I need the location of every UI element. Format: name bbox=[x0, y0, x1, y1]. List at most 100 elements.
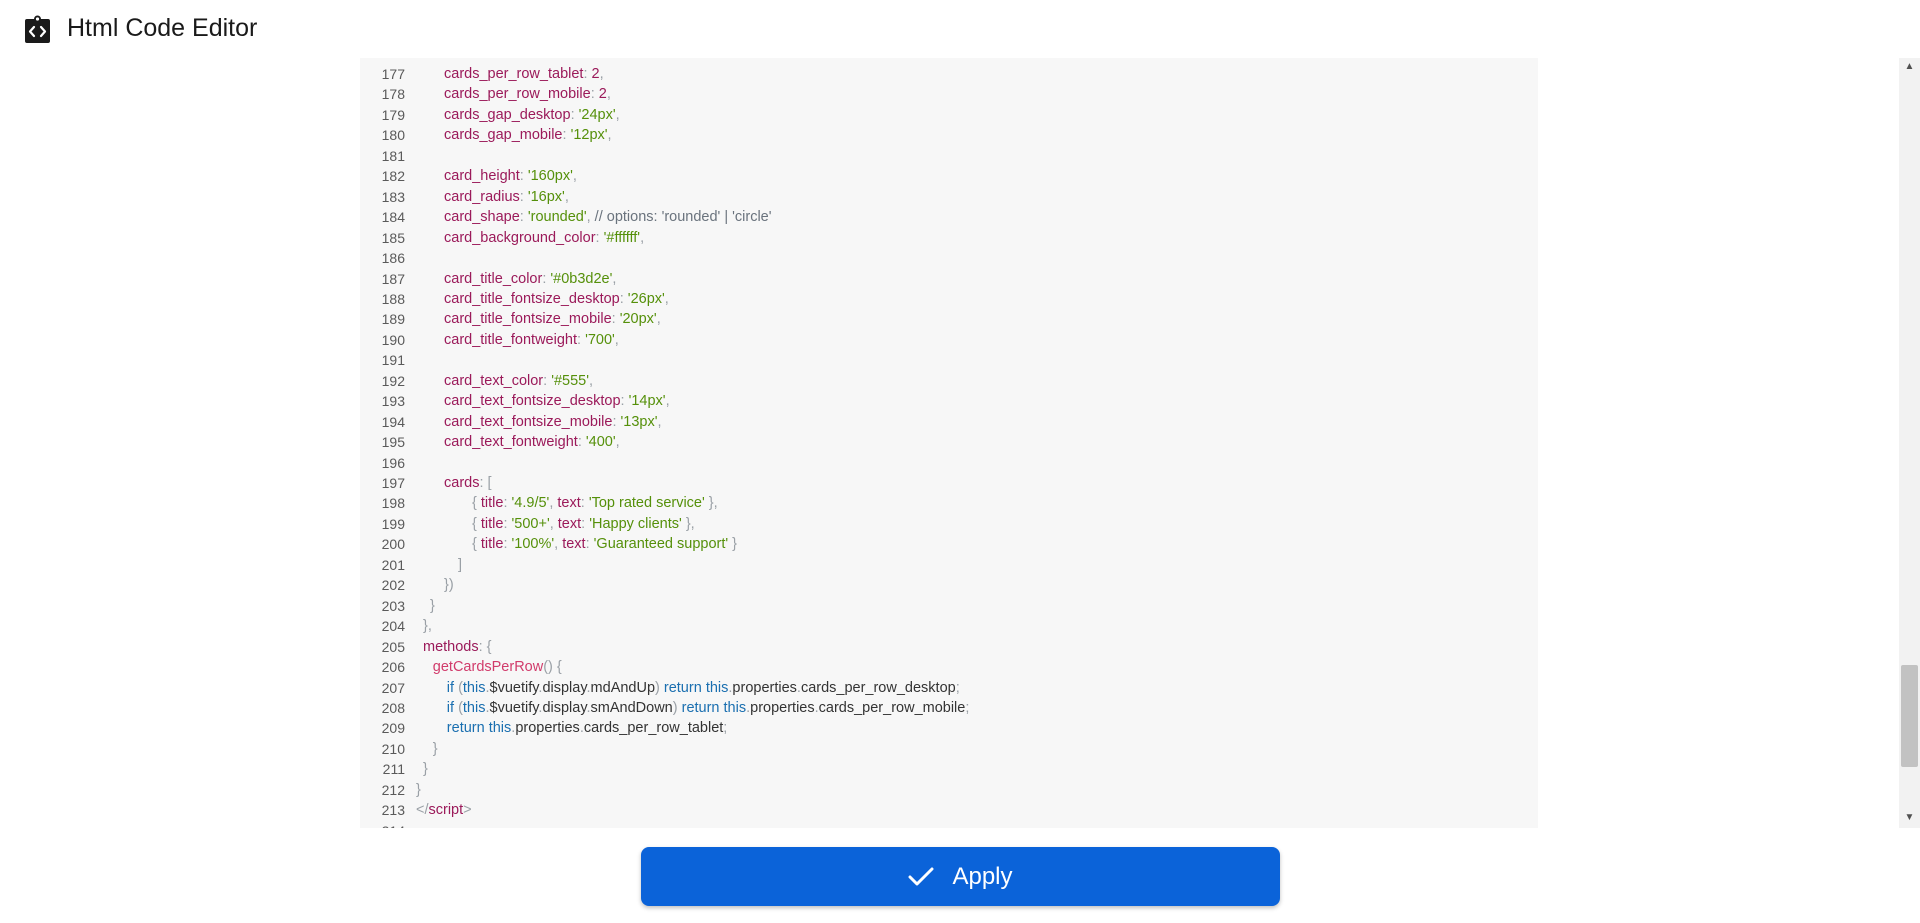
code-token: '20px' bbox=[619, 311, 657, 328]
code-line[interactable]: { title: '500+', text: 'Happy clients' }… bbox=[472, 514, 695, 534]
line-number: 198 bbox=[381, 495, 405, 512]
code-line[interactable]: { title: '100%', text: 'Guaranteed suppo… bbox=[472, 534, 737, 554]
code-token: title bbox=[480, 515, 504, 532]
line-number: 203 bbox=[381, 597, 405, 614]
code-line[interactable]: cards_gap_mobile: '12px', bbox=[444, 125, 612, 145]
code-line[interactable]: } bbox=[416, 780, 421, 800]
line-number: 214 bbox=[360, 821, 405, 828]
code-line[interactable]: card_text_fontweight: '400', bbox=[444, 432, 620, 452]
scrollbar-thumb[interactable] bbox=[1901, 665, 1918, 767]
line-number: 213 bbox=[381, 802, 405, 819]
code-line[interactable]: cards_per_row_mobile: 2, bbox=[444, 84, 611, 104]
code-token: : bbox=[543, 372, 552, 389]
code-token: () { bbox=[543, 659, 562, 676]
code-line[interactable]: card_title_color: '#0b3d2e', bbox=[444, 269, 616, 289]
code-token: this bbox=[723, 699, 747, 716]
code-token: ] bbox=[458, 556, 463, 573]
code-token: getCardsPerRow bbox=[432, 659, 544, 676]
code-line[interactable]: card_background_color: '#ffffff', bbox=[444, 228, 644, 248]
scroll-down-arrow-icon[interactable]: ▼ bbox=[1899, 811, 1920, 825]
code-line[interactable]: card_shape: 'rounded', // options: 'roun… bbox=[444, 207, 772, 227]
code-token: ( bbox=[454, 679, 463, 696]
line-number: 197 bbox=[381, 475, 405, 491]
code-token: card_background_color bbox=[444, 229, 596, 246]
code-token: , bbox=[614, 331, 619, 348]
code-line[interactable]: getCardsPerRow() { bbox=[433, 657, 562, 677]
code-token: : [ bbox=[479, 475, 492, 491]
code-line[interactable]: return this.properties.cards_per_row_tab… bbox=[447, 718, 728, 738]
code-token: '26px' bbox=[627, 290, 665, 307]
code-token: card_title_fontsize_desktop bbox=[444, 290, 620, 307]
code-line[interactable]: card_text_color: '#555', bbox=[444, 371, 593, 391]
line-number: 206 bbox=[381, 659, 405, 676]
code-token: </ bbox=[416, 802, 429, 819]
code-token: : bbox=[619, 290, 628, 307]
code-token: '14px' bbox=[628, 393, 666, 410]
code-line[interactable]: card_text_fontsize_mobile: '13px', bbox=[444, 412, 662, 432]
code-token: : { bbox=[478, 638, 492, 655]
code-token: smAndDown bbox=[590, 699, 673, 716]
code-line[interactable]: } bbox=[423, 759, 428, 779]
code-token: properties bbox=[750, 699, 815, 716]
code-token: '400' bbox=[585, 434, 616, 451]
code-token: : bbox=[585, 536, 594, 553]
code-token: '700' bbox=[585, 331, 615, 348]
code-token: , bbox=[549, 515, 558, 532]
line-number: 202 bbox=[381, 577, 405, 594]
code-line[interactable]: { title: '4.9/5', text: 'Top rated servi… bbox=[472, 493, 718, 513]
code-token: : bbox=[590, 86, 599, 103]
code-line[interactable]: card_text_fontsize_desktop: '14px', bbox=[444, 391, 670, 411]
line-number: 204 bbox=[381, 618, 405, 635]
code-token: if bbox=[446, 699, 455, 716]
code-token: : bbox=[519, 209, 528, 226]
code-line[interactable]: cards_gap_desktop: '24px', bbox=[444, 105, 620, 125]
code-line[interactable]: cards: [ bbox=[444, 473, 492, 493]
code-line[interactable]: }, bbox=[423, 616, 432, 636]
code-token: 'Happy clients' bbox=[589, 515, 682, 532]
check-icon bbox=[908, 867, 934, 885]
code-editor[interactable]: 177 178 179 180 181 182 183 184 185 186 187 188 189 1… bbox=[360, 58, 1538, 828]
code-line[interactable]: card_height: '160px', bbox=[444, 166, 577, 186]
code-token: '16px' bbox=[527, 188, 565, 205]
code-token: , bbox=[615, 106, 620, 123]
code-token: properties bbox=[515, 720, 580, 737]
apply-button[interactable]: Apply bbox=[641, 847, 1280, 906]
code-token: '#555' bbox=[551, 372, 589, 389]
code-line[interactable]: ] bbox=[458, 555, 462, 575]
code-token: title bbox=[480, 495, 504, 512]
code-line[interactable]: if (this.$vuetify.display.smAndDown) ret… bbox=[447, 698, 970, 718]
code-area[interactable]: cards_per_row_tablet: 2, cards_per_row_mo… bbox=[416, 58, 1516, 828]
page-title: Html Code Editor bbox=[67, 14, 258, 42]
header: Html Code Editor bbox=[0, 0, 1920, 58]
code-line[interactable]: card_title_fontweight: '700', bbox=[444, 330, 619, 350]
line-number: 189 bbox=[381, 311, 405, 328]
code-token: ; bbox=[723, 720, 728, 737]
code-token: '500+' bbox=[511, 515, 550, 532]
code-token: : bbox=[570, 106, 579, 123]
line-number: 182 bbox=[381, 168, 405, 185]
code-token: return bbox=[446, 720, 485, 737]
code-token: , bbox=[656, 311, 661, 328]
line-number: 194 bbox=[381, 413, 405, 430]
code-token: '100%' bbox=[511, 536, 555, 553]
code-token: : bbox=[562, 127, 571, 144]
code-token: text bbox=[557, 515, 582, 532]
code-line[interactable]: } bbox=[433, 739, 438, 759]
code-line[interactable]: card_title_fontsize_desktop: '26px', bbox=[444, 289, 669, 309]
code-token: : bbox=[519, 188, 528, 205]
code-line[interactable]: card_radius: '16px', bbox=[444, 187, 569, 207]
code-line[interactable]: methods: { bbox=[423, 637, 492, 657]
code-line[interactable]: card_title_fontsize_mobile: '20px', bbox=[444, 309, 661, 329]
code-line[interactable]: </script> bbox=[416, 800, 472, 820]
code-line[interactable]: } bbox=[430, 596, 435, 616]
code-line[interactable]: if (this.$vuetify.display.mdAndUp) retur… bbox=[447, 678, 960, 698]
code-line[interactable]: }) bbox=[444, 575, 454, 595]
code-token: } bbox=[430, 597, 435, 614]
code-token: 'Top rated service' bbox=[588, 495, 705, 512]
code-line[interactable]: cards_per_row_tablet: 2, bbox=[444, 64, 604, 84]
scroll-up-arrow-icon[interactable]: ▲ bbox=[1899, 60, 1920, 74]
line-number: 192 bbox=[381, 372, 405, 389]
code-token: card_radius bbox=[444, 188, 520, 205]
apply-button-label: Apply bbox=[952, 862, 1013, 890]
line-number: 207 bbox=[381, 679, 405, 696]
